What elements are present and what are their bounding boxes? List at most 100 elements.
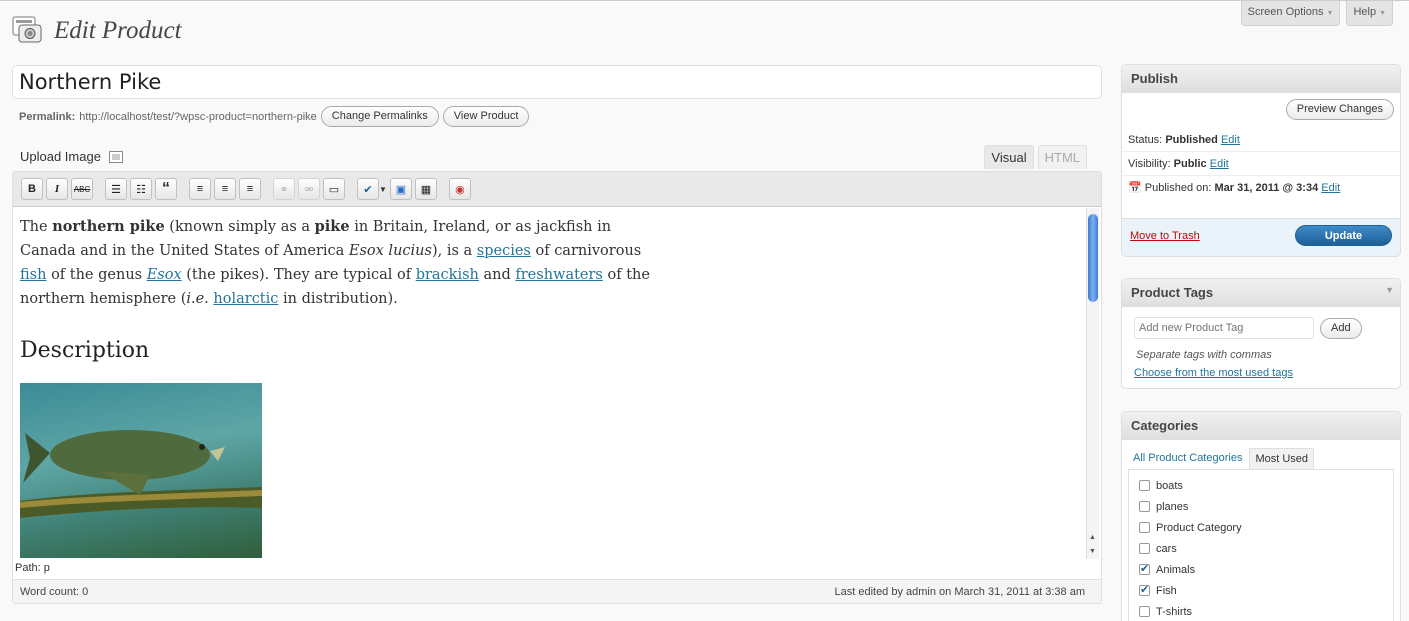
- product-shortcode-icon[interactable]: ◉: [448, 178, 471, 200]
- link-brackish[interactable]: brackish: [416, 267, 479, 283]
- edit-visibility-link[interactable]: Edit: [1210, 158, 1229, 170]
- publish-box: Publish Preview Changes Status: Publishe…: [1121, 64, 1401, 257]
- link-icon[interactable]: ⚭: [273, 178, 295, 200]
- align-left-icon[interactable]: ≡: [189, 178, 211, 200]
- category-label: T-shirts: [1156, 605, 1193, 618]
- link-freshwaters[interactable]: freshwaters: [515, 267, 603, 283]
- collapse-icon[interactable]: ▼: [1385, 285, 1394, 295]
- editor-content[interactable]: The northern pike (known simply as a pik…: [13, 208, 1087, 559]
- content-paragraph: The northern pike (known simply as a pik…: [20, 218, 650, 307]
- category-item[interactable]: cars: [1129, 538, 1393, 559]
- permalink-url: http://localhost/test/?wpsc-product=nort…: [79, 110, 317, 123]
- spellcheck-icon[interactable]: ✔: [357, 178, 379, 200]
- screen-options-tab[interactable]: Screen Options ▼: [1240, 1, 1341, 26]
- scroll-up-icon[interactable]: ▲: [1089, 534, 1096, 541]
- description-heading: Description: [20, 338, 150, 363]
- add-tag-button[interactable]: Add: [1320, 317, 1362, 339]
- editor-scrollbar[interactable]: ▲ ▼: [1086, 208, 1099, 559]
- categories-box: Categories All Product Categories Most U…: [1121, 411, 1401, 621]
- category-checkbox[interactable]: [1139, 480, 1150, 491]
- change-permalinks-button[interactable]: Change Permalinks: [320, 106, 439, 127]
- unlink-icon[interactable]: ⚮: [298, 178, 320, 200]
- category-label: planes: [1156, 500, 1189, 513]
- editor-toolbar: B I ABC ☰ ☷ “ ≡ ≡ ≡ ⚭ ⚮ ▭ ✔ ▼ ▣ ▦ ◉: [13, 172, 1101, 207]
- category-label: boats: [1156, 479, 1183, 492]
- last-edited: Last edited by admin on March 31, 2011 a…: [834, 585, 1085, 598]
- chevron-down-icon: ▼: [1379, 10, 1386, 17]
- edit-date-link[interactable]: Edit: [1321, 182, 1340, 194]
- tab-visual[interactable]: Visual: [984, 145, 1034, 169]
- category-checkbox[interactable]: [1139, 522, 1150, 533]
- help-tab[interactable]: Help ▼: [1346, 1, 1393, 26]
- page-title: Edit Product: [54, 17, 182, 44]
- scrollbar-thumb[interactable]: [1088, 214, 1098, 302]
- link-species[interactable]: species: [477, 243, 531, 259]
- link-holarctic[interactable]: holarctic: [213, 291, 278, 307]
- word-count: Word count: 0: [20, 585, 89, 598]
- category-item[interactable]: Product Category: [1129, 517, 1393, 538]
- category-checkbox[interactable]: [1139, 562, 1150, 575]
- upload-image-icon[interactable]: [108, 150, 123, 163]
- bold-icon[interactable]: B: [21, 178, 43, 200]
- product-tags-box: Product Tags ▼ Add Separate tags with com…: [1121, 278, 1401, 389]
- italic-icon[interactable]: I: [46, 178, 68, 200]
- more-tag-icon[interactable]: ▭: [323, 178, 345, 200]
- permalink-label: Permalink:: [19, 110, 76, 123]
- category-label: Animals: [1156, 563, 1196, 576]
- category-item[interactable]: planes: [1129, 496, 1393, 517]
- category-item[interactable]: Animals: [1129, 559, 1393, 580]
- visibility-row: Visibility: Public Edit: [1122, 152, 1400, 176]
- move-to-trash-link[interactable]: Move to Trash: [1130, 230, 1200, 242]
- upload-image-label[interactable]: Upload Image: [20, 149, 101, 164]
- publish-actions: Move to Trash Update: [1122, 218, 1400, 256]
- screen-options-label: Screen Options: [1247, 6, 1324, 18]
- permalink-row: Permalink: http://localhost/test/?wpsc-p…: [19, 106, 530, 127]
- product-tags-title: Product Tags: [1131, 285, 1214, 300]
- chevron-down-icon: ▼: [1326, 10, 1334, 17]
- choose-most-used-tags-link[interactable]: Choose from the most used tags: [1134, 367, 1293, 379]
- numbered-list-icon[interactable]: ☷: [130, 178, 152, 200]
- link-fish[interactable]: fish: [20, 267, 46, 283]
- product-page-icon: [12, 16, 42, 44]
- category-checkbox[interactable]: [1139, 543, 1150, 554]
- tab-html[interactable]: HTML: [1037, 145, 1087, 169]
- editor-path: Path: p: [15, 562, 50, 574]
- strikethrough-icon[interactable]: ABC: [71, 178, 93, 200]
- align-center-icon[interactable]: ≡: [214, 178, 236, 200]
- post-title-input[interactable]: Northern Pike: [12, 65, 1102, 99]
- editor-status-bar: Word count: 0 Last edited by admin on Ma…: [13, 579, 1101, 603]
- fullscreen-icon[interactable]: ▣: [389, 178, 412, 200]
- spellcheck-dropdown-icon[interactable]: ▼: [379, 185, 387, 194]
- category-label: Fish: [1156, 584, 1177, 597]
- tab-most-used[interactable]: Most Used: [1249, 448, 1315, 469]
- northern-pike-image[interactable]: [20, 383, 262, 558]
- tag-hint: Separate tags with commas: [1136, 349, 1272, 361]
- category-item[interactable]: Fish: [1129, 580, 1393, 601]
- categories-title: Categories: [1122, 412, 1400, 440]
- align-right-icon[interactable]: ≡: [239, 178, 261, 200]
- category-checkbox[interactable]: [1139, 501, 1150, 512]
- edit-status-link[interactable]: Edit: [1221, 134, 1240, 146]
- new-tag-input[interactable]: [1134, 317, 1314, 339]
- editor-tabs: Visual HTML: [984, 145, 1087, 169]
- view-product-button[interactable]: View Product: [442, 106, 530, 127]
- link-esox[interactable]: Esox: [147, 267, 182, 283]
- bullet-list-icon[interactable]: ☰: [105, 178, 127, 200]
- category-checkbox[interactable]: [1139, 606, 1150, 617]
- scroll-down-icon[interactable]: ▼: [1089, 548, 1096, 555]
- category-item[interactable]: T-shirts: [1129, 601, 1393, 621]
- upload-image-row[interactable]: Upload Image: [20, 149, 123, 164]
- status-row: Status: Published Edit: [1122, 130, 1400, 152]
- category-label: cars: [1156, 542, 1177, 555]
- category-checkbox[interactable]: [1139, 583, 1150, 596]
- category-item[interactable]: boats: [1129, 475, 1393, 496]
- category-label: Product Category: [1156, 521, 1242, 534]
- blockquote-icon[interactable]: “: [155, 178, 177, 200]
- product-tags-header[interactable]: Product Tags ▼: [1122, 279, 1400, 307]
- preview-changes-button[interactable]: Preview Changes: [1285, 99, 1394, 120]
- update-button[interactable]: Update: [1295, 225, 1392, 246]
- tab-all-product-categories[interactable]: All Product Categories: [1128, 448, 1247, 469]
- published-row: 📅 Published on: Mar 31, 2011 @ 3:34 Edit: [1128, 182, 1341, 194]
- kitchen-sink-icon[interactable]: ▦: [414, 178, 437, 200]
- category-list: boats planes Product Category cars Animals Fi…: [1128, 469, 1394, 621]
